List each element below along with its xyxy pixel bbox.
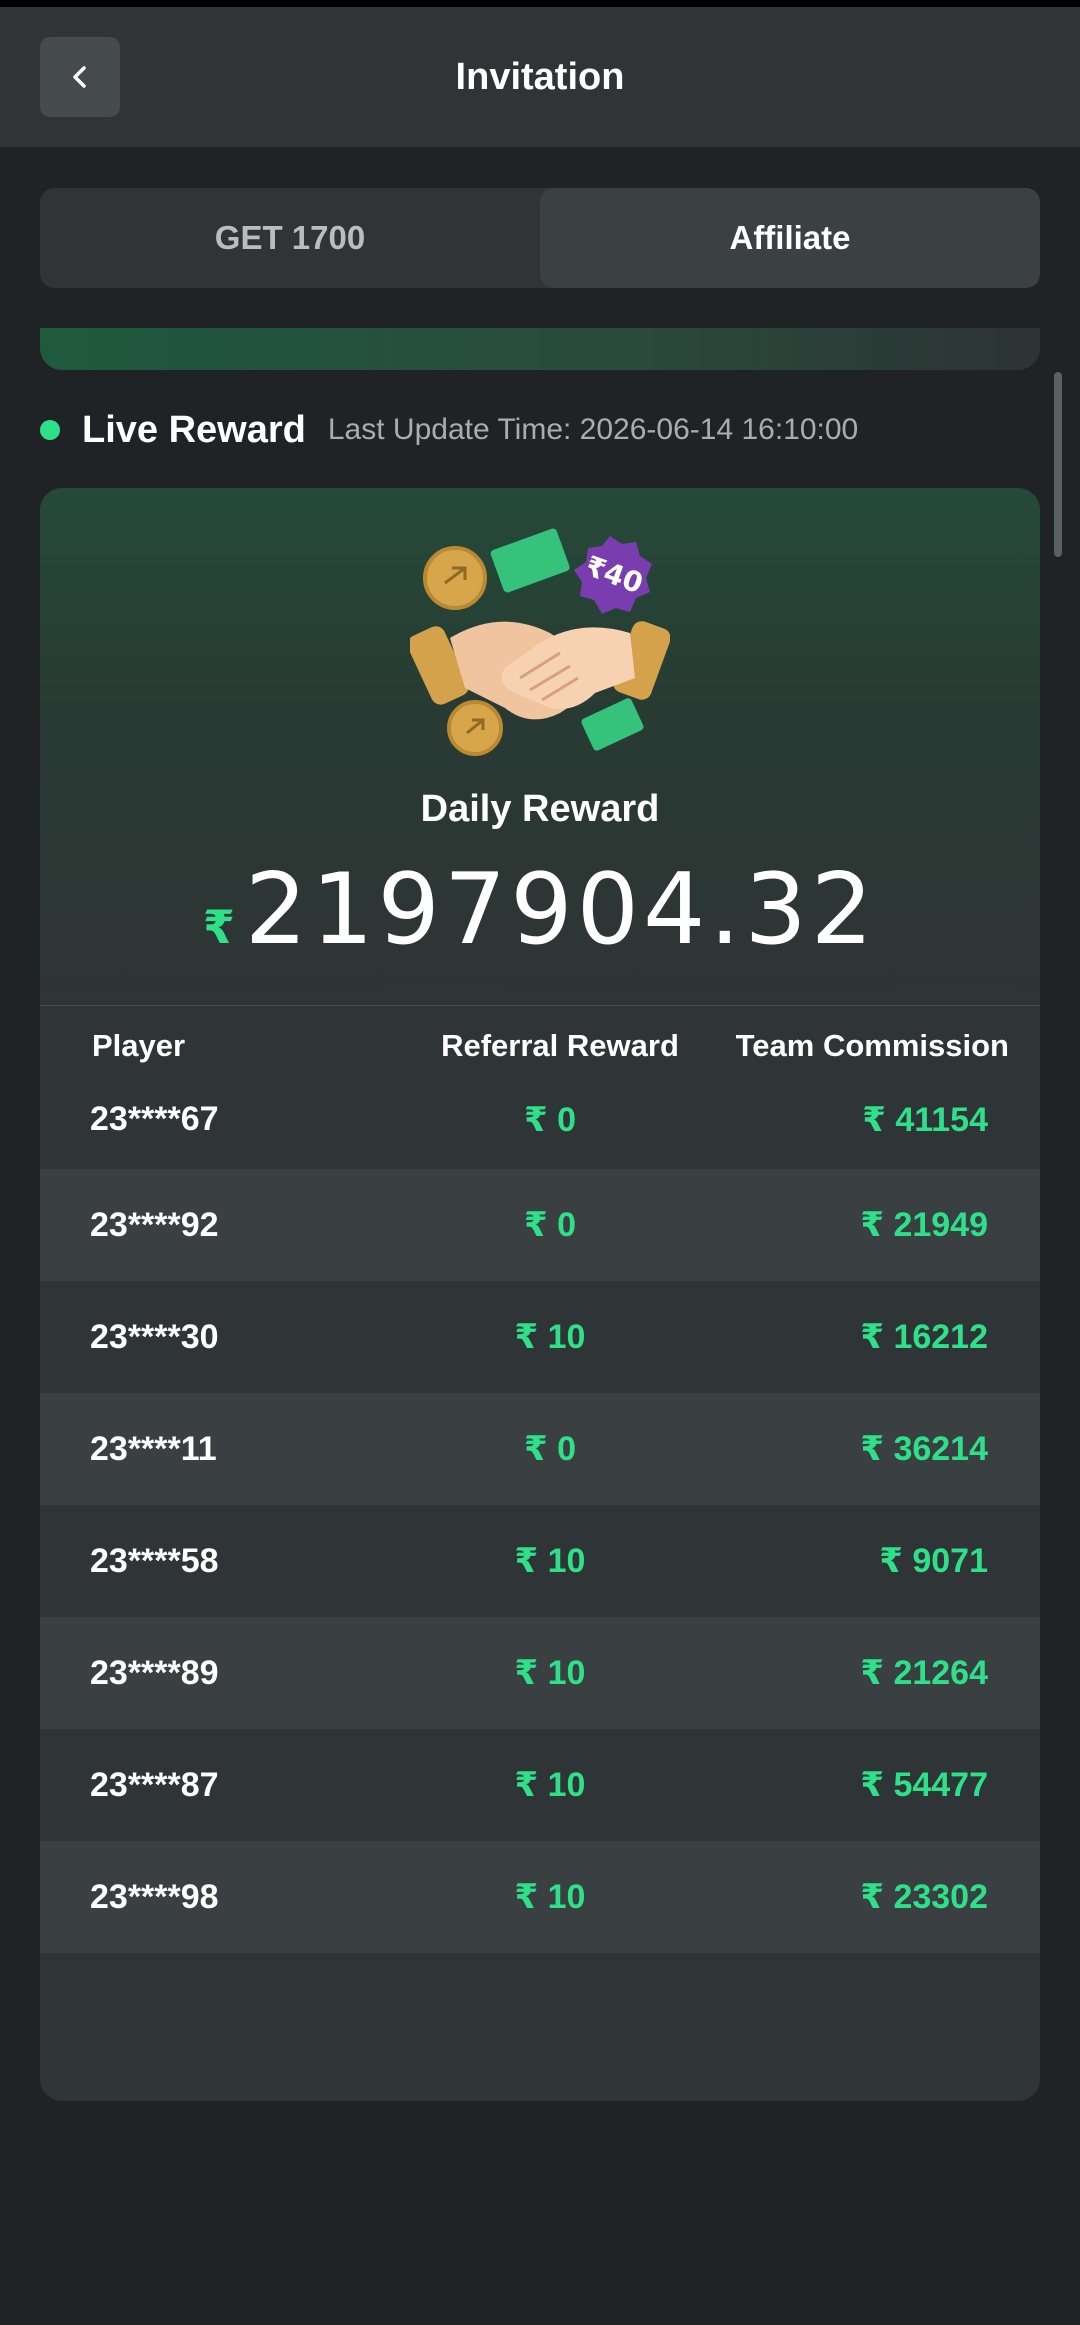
referral-reward: ₹ 10 xyxy=(290,1505,810,1617)
live-reward-label: Live Reward xyxy=(82,408,306,451)
reward-table: 23****67 ₹ 0 ₹ 41154 23****92 ₹ 0 ₹ 2194… xyxy=(40,1086,1040,1953)
referral-reward: ₹ 10 xyxy=(290,1617,810,1729)
referral-value: ₹ 10 xyxy=(514,1878,586,1916)
team-commission: ₹ 41154 xyxy=(862,1101,988,1139)
rupee-icon: ₹ xyxy=(202,901,235,953)
table-row: 23****89 ₹ 10 ₹ 21264 xyxy=(40,1617,1040,1729)
scrollbar[interactable] xyxy=(1054,372,1062,557)
referral-value: ₹ 10 xyxy=(514,1542,586,1580)
player-id: 23****30 xyxy=(90,1317,219,1356)
live-indicator-dot xyxy=(40,420,60,440)
player-id: 23****67 xyxy=(90,1100,219,1138)
handshake-reward-illustration: ₹40 xyxy=(410,528,670,756)
table-row: 23****98 ₹ 10 ₹ 23302 xyxy=(40,1841,1040,1953)
daily-reward-label: Daily Reward xyxy=(420,788,660,830)
referral-value: ₹ 0 xyxy=(523,1101,576,1139)
table-row: 23****67 ₹ 0 ₹ 41154 xyxy=(40,1086,1040,1169)
table-row: 23****87 ₹ 10 ₹ 54477 xyxy=(40,1729,1040,1841)
daily-reward-amount: 2197904.32 xyxy=(244,853,878,967)
tab-affiliate[interactable]: Affiliate xyxy=(540,188,1040,288)
referral-value: ₹ 0 xyxy=(523,1430,576,1468)
player-id: 23****87 xyxy=(90,1765,219,1804)
team-commission: ₹ 21264 xyxy=(860,1654,988,1692)
tab-bar: GET 1700 Affiliate xyxy=(40,188,1040,288)
team-commission: ₹ 36214 xyxy=(860,1430,988,1468)
column-header-commission: Team Commission xyxy=(735,1028,1009,1063)
team-commission: ₹ 16212 xyxy=(860,1318,988,1356)
table-row: 23****30 ₹ 10 ₹ 16212 xyxy=(40,1281,1040,1393)
player-id: 23****98 xyxy=(90,1877,219,1916)
tab-get-1700[interactable]: GET 1700 xyxy=(40,188,540,288)
referral-value: ₹ 0 xyxy=(523,1206,576,1244)
player-id: 23****89 xyxy=(90,1653,219,1692)
daily-reward-amount-row: ₹ 2197904.32 xyxy=(40,853,1040,967)
player-id: 23****92 xyxy=(90,1205,219,1244)
table-row: 23****11 ₹ 0 ₹ 36214 xyxy=(40,1393,1040,1505)
last-update-time: Last Update Time: 2026-06-14 16:10:00 xyxy=(327,413,859,446)
player-id: 23****58 xyxy=(90,1541,219,1580)
banner-bottom-edge xyxy=(40,328,1040,370)
referral-reward: ₹ 0 xyxy=(290,1393,810,1505)
team-commission: ₹ 23302 xyxy=(860,1878,988,1916)
team-commission: ₹ 21949 xyxy=(860,1206,988,1244)
referral-reward: ₹ 0 xyxy=(290,1086,810,1169)
table-row: 23****58 ₹ 10 ₹ 9071 xyxy=(40,1505,1040,1617)
player-id: 23****11 xyxy=(90,1429,217,1468)
referral-reward: ₹ 0 xyxy=(290,1169,810,1281)
referral-value: ₹ 10 xyxy=(514,1318,586,1356)
reward-card: ₹40 Daily Reward ₹ 2197904.32 Player Ref… xyxy=(40,488,1040,2101)
referral-reward: ₹ 10 xyxy=(290,1281,810,1393)
top-bar: Invitation xyxy=(0,0,1080,147)
referral-value: ₹ 10 xyxy=(514,1654,586,1692)
team-commission: ₹ 9071 xyxy=(879,1542,988,1580)
page-title: Invitation xyxy=(455,56,625,98)
referral-reward: ₹ 10 xyxy=(290,1729,810,1841)
table-row: 23****92 ₹ 0 ₹ 21949 xyxy=(40,1169,1040,1281)
reward-card-header: ₹40 Daily Reward ₹ 2197904.32 xyxy=(40,488,1040,1006)
referral-reward: ₹ 10 xyxy=(290,1841,810,1953)
live-reward-bar: Live Reward Last Update Time: 2026-06-14… xyxy=(40,405,858,455)
team-commission: ₹ 54477 xyxy=(860,1766,988,1804)
referral-value: ₹ 10 xyxy=(514,1766,586,1804)
